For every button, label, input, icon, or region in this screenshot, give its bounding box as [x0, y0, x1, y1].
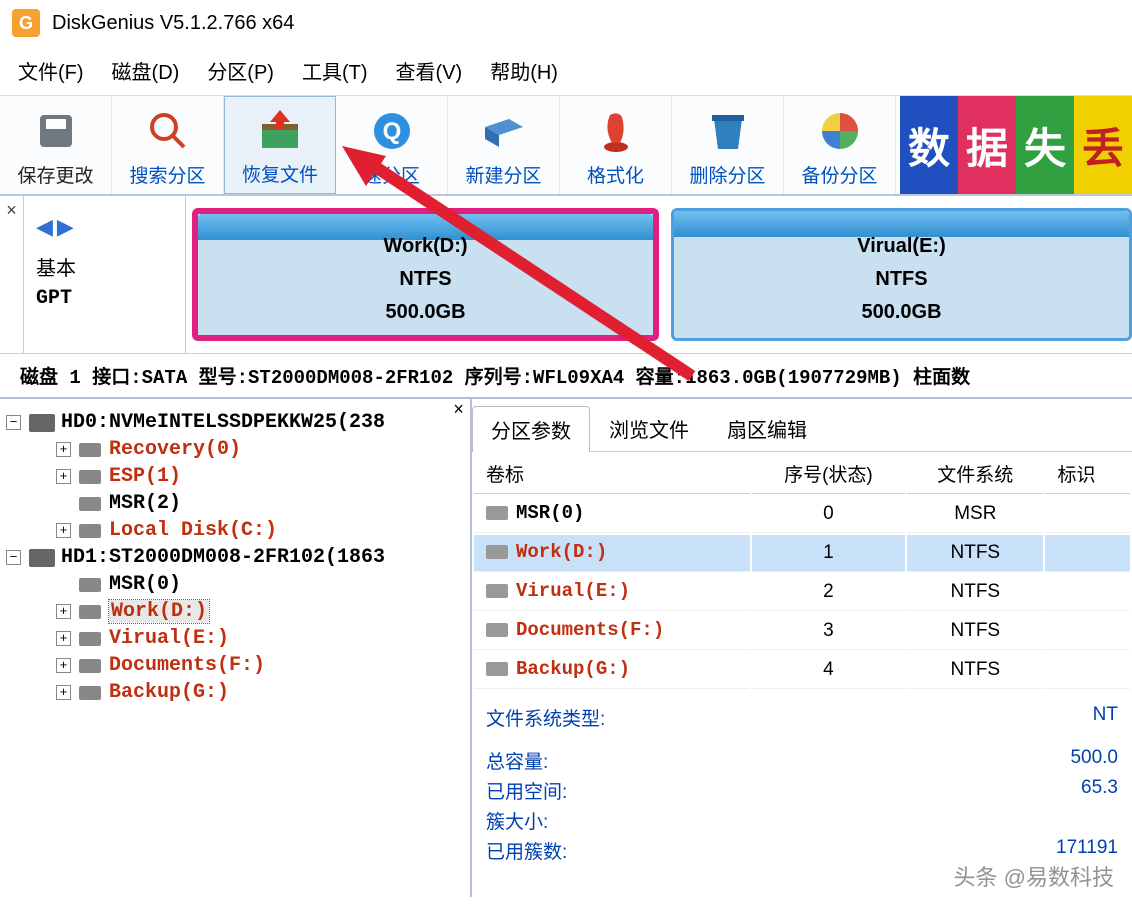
tree-close-icon[interactable]: ×	[453, 401, 464, 421]
prev-arrow-icon[interactable]: ◀	[36, 214, 53, 240]
delete-partition-button[interactable]: 删除分区	[672, 96, 784, 194]
table-row[interactable]: Work(D:)1NTFS	[474, 535, 1130, 572]
detail-fstype-value: NT	[1093, 704, 1118, 731]
col-flag[interactable]: 标识	[1045, 454, 1130, 494]
next-arrow-icon[interactable]: ▶	[57, 214, 74, 240]
disk-map-bar: × ◀▶ 基本 GPT Work(D:)NTFS500.0GBVirual(E:…	[0, 196, 1132, 354]
quick-partition-button[interactable]: Q速分区	[336, 96, 448, 194]
menu-disk[interactable]: 磁盘(D)	[112, 56, 180, 85]
menubar: 文件(F) 磁盘(D) 分区(P) 工具(T) 查看(V) 帮助(H)	[0, 46, 1132, 96]
menu-tools[interactable]: 工具(T)	[302, 56, 368, 85]
col-fs[interactable]: 文件系统	[907, 454, 1043, 494]
new-partition-button[interactable]: 新建分区	[448, 96, 560, 194]
watermark: 头条 @易数科技	[954, 860, 1114, 892]
tree-item[interactable]: +Backup(G:)	[6, 681, 464, 704]
window-title: DiskGenius V5.1.2.766 x64	[52, 12, 294, 35]
detail-row: 簇大小:	[486, 807, 1118, 834]
tree-item[interactable]: +ESP(1)	[6, 465, 464, 488]
tab-partition-params[interactable]: 分区参数	[472, 406, 590, 452]
menu-partition[interactable]: 分区(P)	[207, 56, 274, 85]
partition-block[interactable]: Work(D:)NTFS500.0GB	[192, 208, 659, 341]
disk-type-gpt: GPT	[36, 287, 173, 310]
partition-block[interactable]: Virual(E:)NTFS500.0GB	[671, 208, 1132, 341]
backup-partition-button[interactable]: 备份分区	[784, 96, 896, 194]
svg-text:Q: Q	[382, 118, 401, 145]
disk-nav: ◀▶ 基本 GPT	[24, 196, 186, 353]
right-panel: 分区参数 浏览文件 扇区编辑 卷标 序号(状态) 文件系统 标识 MSR(0)0…	[472, 399, 1132, 897]
partition-table: 卷标 序号(状态) 文件系统 标识 MSR(0)0MSRWork(D:)1NTF…	[472, 452, 1132, 691]
detail-row: 总容量:500.0	[486, 747, 1118, 774]
tree-item[interactable]: +Documents(F:)	[6, 654, 464, 677]
tree-item[interactable]: +Local Disk(C:)	[6, 519, 464, 542]
tab-browse-files[interactable]: 浏览文件	[590, 405, 708, 451]
table-row[interactable]: Backup(G:)4NTFS	[474, 652, 1130, 689]
ad-banner[interactable]: 数 据 失 丢	[900, 96, 1132, 194]
save-changes-button[interactable]: 保存更改	[0, 96, 112, 194]
col-volume[interactable]: 卷标	[474, 454, 750, 494]
tree-item[interactable]: +Work(D:)	[6, 600, 464, 623]
tree-item[interactable]: MSR(0)	[6, 573, 464, 596]
search-partition-button[interactable]: 搜索分区	[112, 96, 224, 194]
tree-item[interactable]: +Virual(E:)	[6, 627, 464, 650]
partition-map: Work(D:)NTFS500.0GBVirual(E:)NTFS500.0GB	[186, 196, 1132, 353]
disk-type-basic: 基本	[36, 252, 173, 281]
toolbar: 保存更改 搜索分区 恢复文件 Q速分区 新建分区 格式化 删除分区 备份分区 数…	[0, 96, 1132, 196]
menu-file[interactable]: 文件(F)	[18, 56, 84, 85]
menu-help[interactable]: 帮助(H)	[490, 56, 558, 85]
tree-item[interactable]: +Recovery(0)	[6, 438, 464, 461]
device-tree: × −HD0:NVMeINTELSSDPEKKW25(238 +Recovery…	[0, 399, 472, 897]
close-panel-button[interactable]: ×	[0, 196, 24, 353]
format-button[interactable]: 格式化	[560, 96, 672, 194]
disk-info-bar: 磁盘 1 接口:SATA 型号:ST2000DM008-2FR102 序列号:W…	[0, 354, 1132, 399]
tree-hd1[interactable]: −HD1:ST2000DM008-2FR102(1863	[6, 546, 464, 569]
table-row[interactable]: MSR(0)0MSR	[474, 496, 1130, 533]
tab-sector-edit[interactable]: 扇区编辑	[708, 405, 826, 451]
recover-files-button[interactable]: 恢复文件	[224, 96, 336, 194]
menu-view[interactable]: 查看(V)	[396, 56, 463, 85]
detail-row: 已用空间:65.3	[486, 777, 1118, 804]
tabstrip: 分区参数 浏览文件 扇区编辑	[472, 399, 1132, 452]
tree-hd0[interactable]: −HD0:NVMeINTELSSDPEKKW25(238	[6, 411, 464, 434]
tree-item[interactable]: MSR(2)	[6, 492, 464, 515]
table-row[interactable]: Documents(F:)3NTFS	[474, 613, 1130, 650]
partition-details: 文件系统类型:NT 总容量:500.0已用空间:65.3簇大小:已用簇数:171…	[472, 691, 1132, 877]
col-index[interactable]: 序号(状态)	[752, 454, 906, 494]
table-row[interactable]: Virual(E:)2NTFS	[474, 574, 1130, 611]
app-icon: G	[12, 9, 40, 37]
detail-fstype-label: 文件系统类型:	[486, 704, 605, 731]
titlebar: G DiskGenius V5.1.2.766 x64	[0, 0, 1132, 46]
